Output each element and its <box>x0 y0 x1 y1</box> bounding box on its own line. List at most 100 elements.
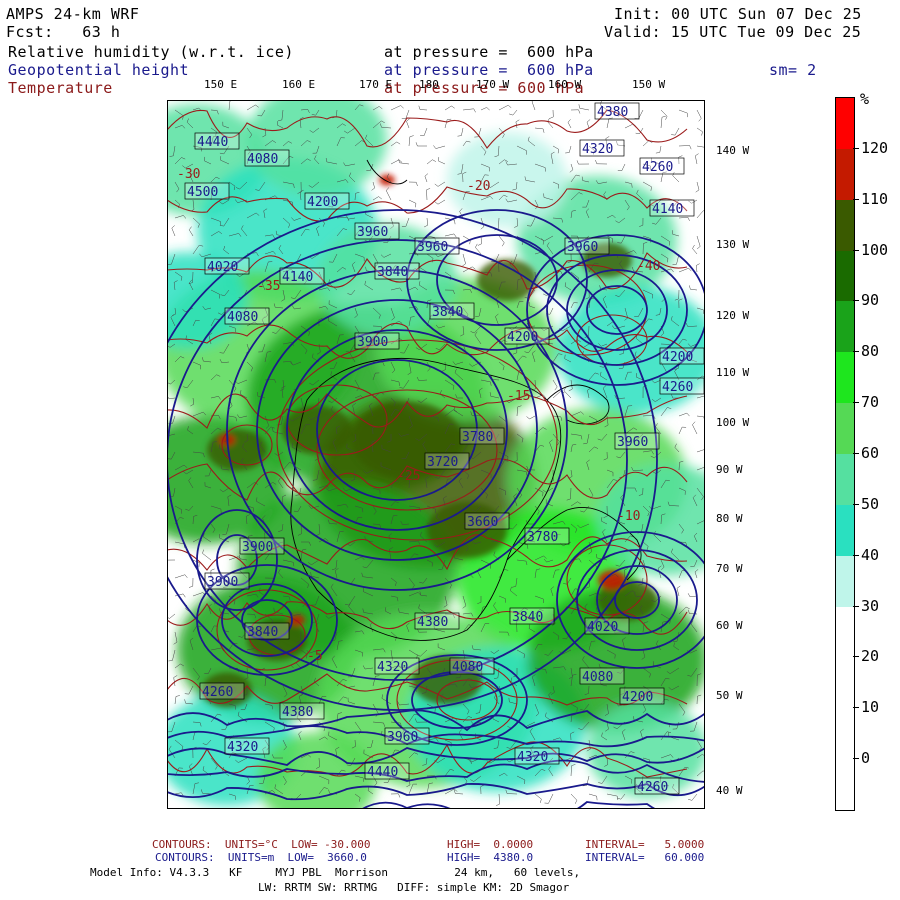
svg-text:3900: 3900 <box>357 335 388 350</box>
height-label: 3900 <box>204 572 250 590</box>
colorbar-segment <box>836 708 854 760</box>
height-contour-info: CONTOURS: UNITS=m LOW= 3660.0 <box>155 851 367 864</box>
colorbar-label: 120 <box>861 138 889 157</box>
valid-time: Valid: 15 UTC Tue 09 Dec 25 <box>604 23 862 41</box>
svg-text:4200: 4200 <box>307 195 338 210</box>
model-info: Model Info: V4.3.3 KF MYJ PBL Morrison 2… <box>90 866 581 879</box>
svg-text:4200: 4200 <box>662 350 693 365</box>
lon-label: 180 <box>419 78 439 91</box>
height-contour-interval: INTERVAL= 60.000 <box>585 851 705 864</box>
humidity-supersaturated-patch <box>379 174 395 186</box>
height-label: 3840 <box>509 607 555 625</box>
svg-text:3780: 3780 <box>527 530 558 545</box>
height-label: 3960 <box>614 432 660 450</box>
height-label: 3960 <box>414 237 460 255</box>
height-label: 4200 <box>659 347 705 365</box>
svg-text:4020: 4020 <box>207 260 238 275</box>
temperature-label: -15 <box>507 389 530 404</box>
temp-contour-high: HIGH= 0.0000 <box>447 838 534 851</box>
svg-text:4080: 4080 <box>582 670 613 685</box>
colorbar-tick <box>853 453 859 454</box>
lat-label: 40 W <box>716 784 743 797</box>
colorbar-tick <box>853 351 859 353</box>
height-label: 4260 <box>634 777 680 795</box>
colorbar-segment <box>836 759 854 811</box>
svg-text:4260: 4260 <box>642 160 673 175</box>
colorbar-unit: % <box>860 90 870 108</box>
svg-text:3720: 3720 <box>427 455 458 470</box>
colorbar-label: 60 <box>861 444 880 462</box>
svg-text:4440: 4440 <box>367 765 398 780</box>
colorbar-label: 70 <box>861 393 880 412</box>
colorbar-segment <box>836 454 854 506</box>
height-label: 4320 <box>224 737 270 755</box>
svg-text:4260: 4260 <box>637 780 668 795</box>
height-label: 4200 <box>619 687 665 705</box>
temperature-label: -40 <box>637 259 660 274</box>
height-label: 3900 <box>354 332 400 350</box>
svg-text:4200: 4200 <box>507 330 538 345</box>
svg-text:4380: 4380 <box>417 615 448 630</box>
colorbar-segment <box>836 352 854 404</box>
height-label: 4200 <box>504 327 550 345</box>
height-label: 4320 <box>374 657 420 675</box>
svg-text:3780: 3780 <box>462 430 493 445</box>
lon-label: 150 W <box>632 78 666 91</box>
height-label: 4080 <box>244 149 290 167</box>
height-label: 3960 <box>564 237 610 255</box>
lat-label: 100 W <box>716 416 750 429</box>
colorbar-label: 90 <box>861 291 880 310</box>
temperature-label: -35 <box>257 279 280 294</box>
colorbar-segment <box>836 504 854 557</box>
height-label: 4320 <box>579 139 625 157</box>
lat-label: 60 W <box>716 619 743 632</box>
height-label: 4020 <box>204 257 250 275</box>
height-label: 4260 <box>199 682 245 700</box>
svg-text:3960: 3960 <box>417 240 448 255</box>
svg-text:3960: 3960 <box>567 240 598 255</box>
svg-text:4440: 4440 <box>197 135 228 150</box>
svg-text:4500: 4500 <box>187 185 218 200</box>
colorbar-tick <box>853 605 859 607</box>
lat-label: 90 W <box>716 463 743 476</box>
model-physics: LW: RRTM SW: RRTMG DIFF: simple KM: 2D S… <box>258 881 570 894</box>
field2-level: at pressure = 600 hPa <box>384 61 594 79</box>
colorbar-tick <box>853 300 859 302</box>
temperature-label: -5 <box>307 649 323 664</box>
temperature-label: -10 <box>617 509 640 524</box>
svg-text:4320: 4320 <box>582 142 613 157</box>
height-label: 4500 <box>184 182 230 200</box>
colorbar-segment <box>836 148 854 201</box>
height-contour-high: HIGH= 4380.0 <box>447 851 534 864</box>
lat-label: 140 W <box>716 144 750 157</box>
colorbar-label: 30 <box>861 596 880 615</box>
temp-contour-interval: INTERVAL= 5.0000 <box>585 838 705 851</box>
colorbar-segment <box>836 250 854 302</box>
colorbar-tick <box>853 147 859 149</box>
colorbar-segment <box>836 606 854 658</box>
colorbar-segment <box>836 98 854 150</box>
colorbar <box>835 97 855 811</box>
height-label: 4080 <box>449 657 495 675</box>
svg-text:4320: 4320 <box>227 740 258 755</box>
svg-text:4260: 4260 <box>662 380 693 395</box>
weather-map: 4380 4320 4260 4440 4140 4500 4080 4200 4020 3960… <box>167 100 705 809</box>
svg-text:4260: 4260 <box>202 685 233 700</box>
colorbar-tick <box>853 198 859 200</box>
height-label: 4380 <box>279 702 325 720</box>
colorbar-label: 0 <box>861 749 871 768</box>
svg-text:4320: 4320 <box>377 660 408 675</box>
model-title: AMPS 24-km WRF <box>6 5 140 23</box>
svg-text:3900: 3900 <box>242 540 273 555</box>
height-label: 3780 <box>459 427 505 445</box>
temperature-label: -30 <box>177 167 200 182</box>
temperature-label: -25 <box>397 469 420 484</box>
svg-text:3840: 3840 <box>247 625 278 640</box>
svg-text:3960: 3960 <box>617 435 648 450</box>
svg-text:4140: 4140 <box>282 270 313 285</box>
svg-text:4080: 4080 <box>247 152 278 167</box>
svg-text:3840: 3840 <box>432 305 463 320</box>
height-label: 4080 <box>579 667 625 685</box>
height-label: 3840 <box>374 262 420 280</box>
lat-label: 120 W <box>716 309 750 322</box>
